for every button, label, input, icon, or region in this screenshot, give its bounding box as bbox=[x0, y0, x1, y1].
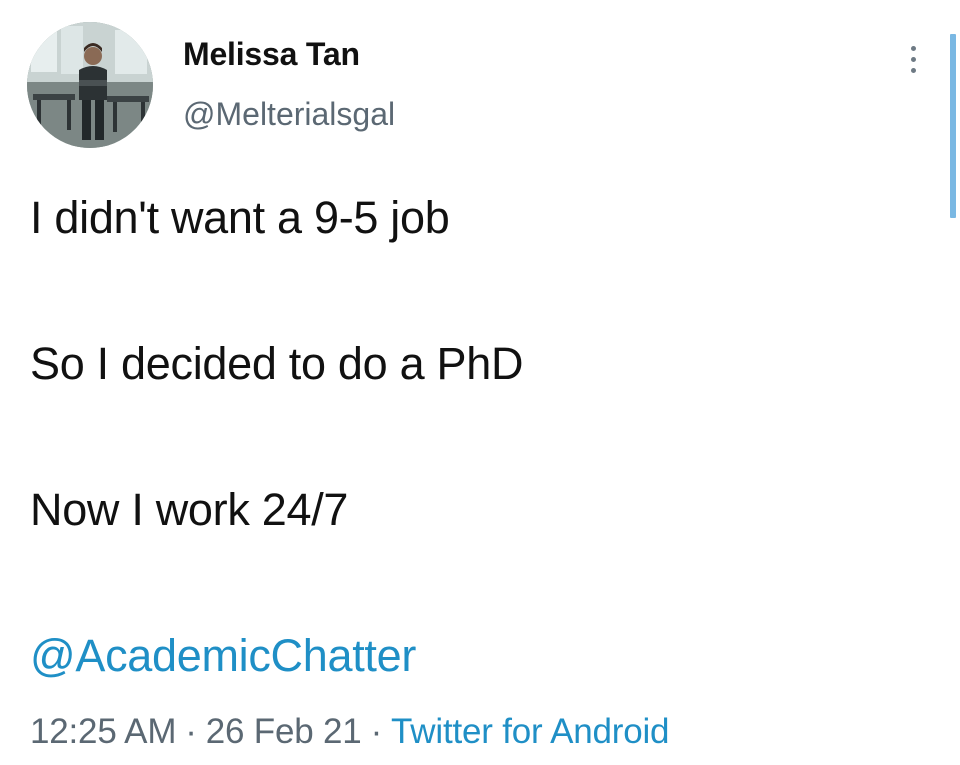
mention-link[interactable]: @AcademicChatter bbox=[30, 630, 416, 682]
more-dot bbox=[910, 67, 916, 73]
tweet-source-link[interactable]: Twitter for Android bbox=[391, 712, 669, 751]
scroll-indicator[interactable] bbox=[950, 34, 956, 218]
meta-separator: · bbox=[185, 712, 197, 751]
tweet-text-line: Now I work 24/7 bbox=[30, 484, 349, 535]
tweet-date[interactable]: 26 Feb 21 bbox=[206, 712, 362, 751]
tweet-card: Melissa Tan @Melterialsgal I didn't want… bbox=[0, 0, 960, 765]
tweet-text-line: I didn't want a 9-5 job bbox=[30, 192, 450, 243]
more-vertical-icon[interactable] bbox=[898, 38, 928, 80]
avatar[interactable] bbox=[27, 22, 153, 148]
tweet-meta: 12:25 AM · 26 Feb 21 · Twitter for Android bbox=[30, 712, 670, 752]
author-handle[interactable]: @Melterialsgal bbox=[183, 96, 395, 133]
tweet-time[interactable]: 12:25 AM bbox=[30, 712, 176, 751]
meta-separator: · bbox=[370, 712, 383, 751]
avatar-photo bbox=[27, 22, 153, 148]
more-dot bbox=[910, 45, 916, 51]
more-dot bbox=[910, 56, 916, 62]
author-name[interactable]: Melissa Tan bbox=[183, 36, 360, 73]
tweet-text-line: So I decided to do a PhD bbox=[30, 338, 524, 389]
